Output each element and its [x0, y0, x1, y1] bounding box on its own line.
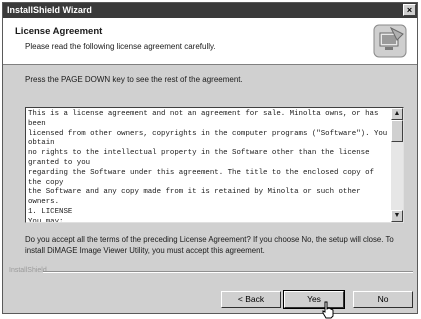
license-scrollbar[interactable]: ▲ ▼: [391, 108, 403, 222]
wizard-header: License Agreement Please read the follow…: [3, 18, 417, 65]
computer-installer-icon: [373, 24, 407, 58]
back-button[interactable]: < Back: [221, 291, 281, 308]
no-button[interactable]: No: [353, 291, 413, 308]
scroll-up-arrow[interactable]: ▲: [391, 108, 403, 120]
title-bar[interactable]: InstallShield Wizard ×: [3, 3, 417, 18]
license-text-area[interactable]: This is a license agreement and not an a…: [25, 107, 404, 223]
installer-window: InstallShield Wizard × License Agreement…: [2, 2, 418, 319]
scroll-down-arrow[interactable]: ▼: [391, 210, 403, 222]
page-down-instruction: Press the PAGE DOWN key to see the rest …: [25, 75, 243, 84]
page-title: License Agreement: [15, 26, 103, 37]
window-title: InstallShield Wizard: [7, 5, 92, 15]
scroll-thumb[interactable]: [391, 120, 403, 142]
installshield-brand: InstallShield: [9, 267, 47, 274]
accept-question: Do you accept all the terms of the prece…: [25, 235, 394, 255]
license-text: This is a license agreement and not an a…: [28, 110, 388, 223]
footer-divider: [43, 271, 413, 273]
page-subtitle: Please read the following license agreem…: [25, 42, 216, 51]
hand-cursor-icon: [322, 301, 334, 319]
close-button[interactable]: ×: [403, 4, 416, 16]
yes-button[interactable]: Yes: [283, 290, 345, 309]
